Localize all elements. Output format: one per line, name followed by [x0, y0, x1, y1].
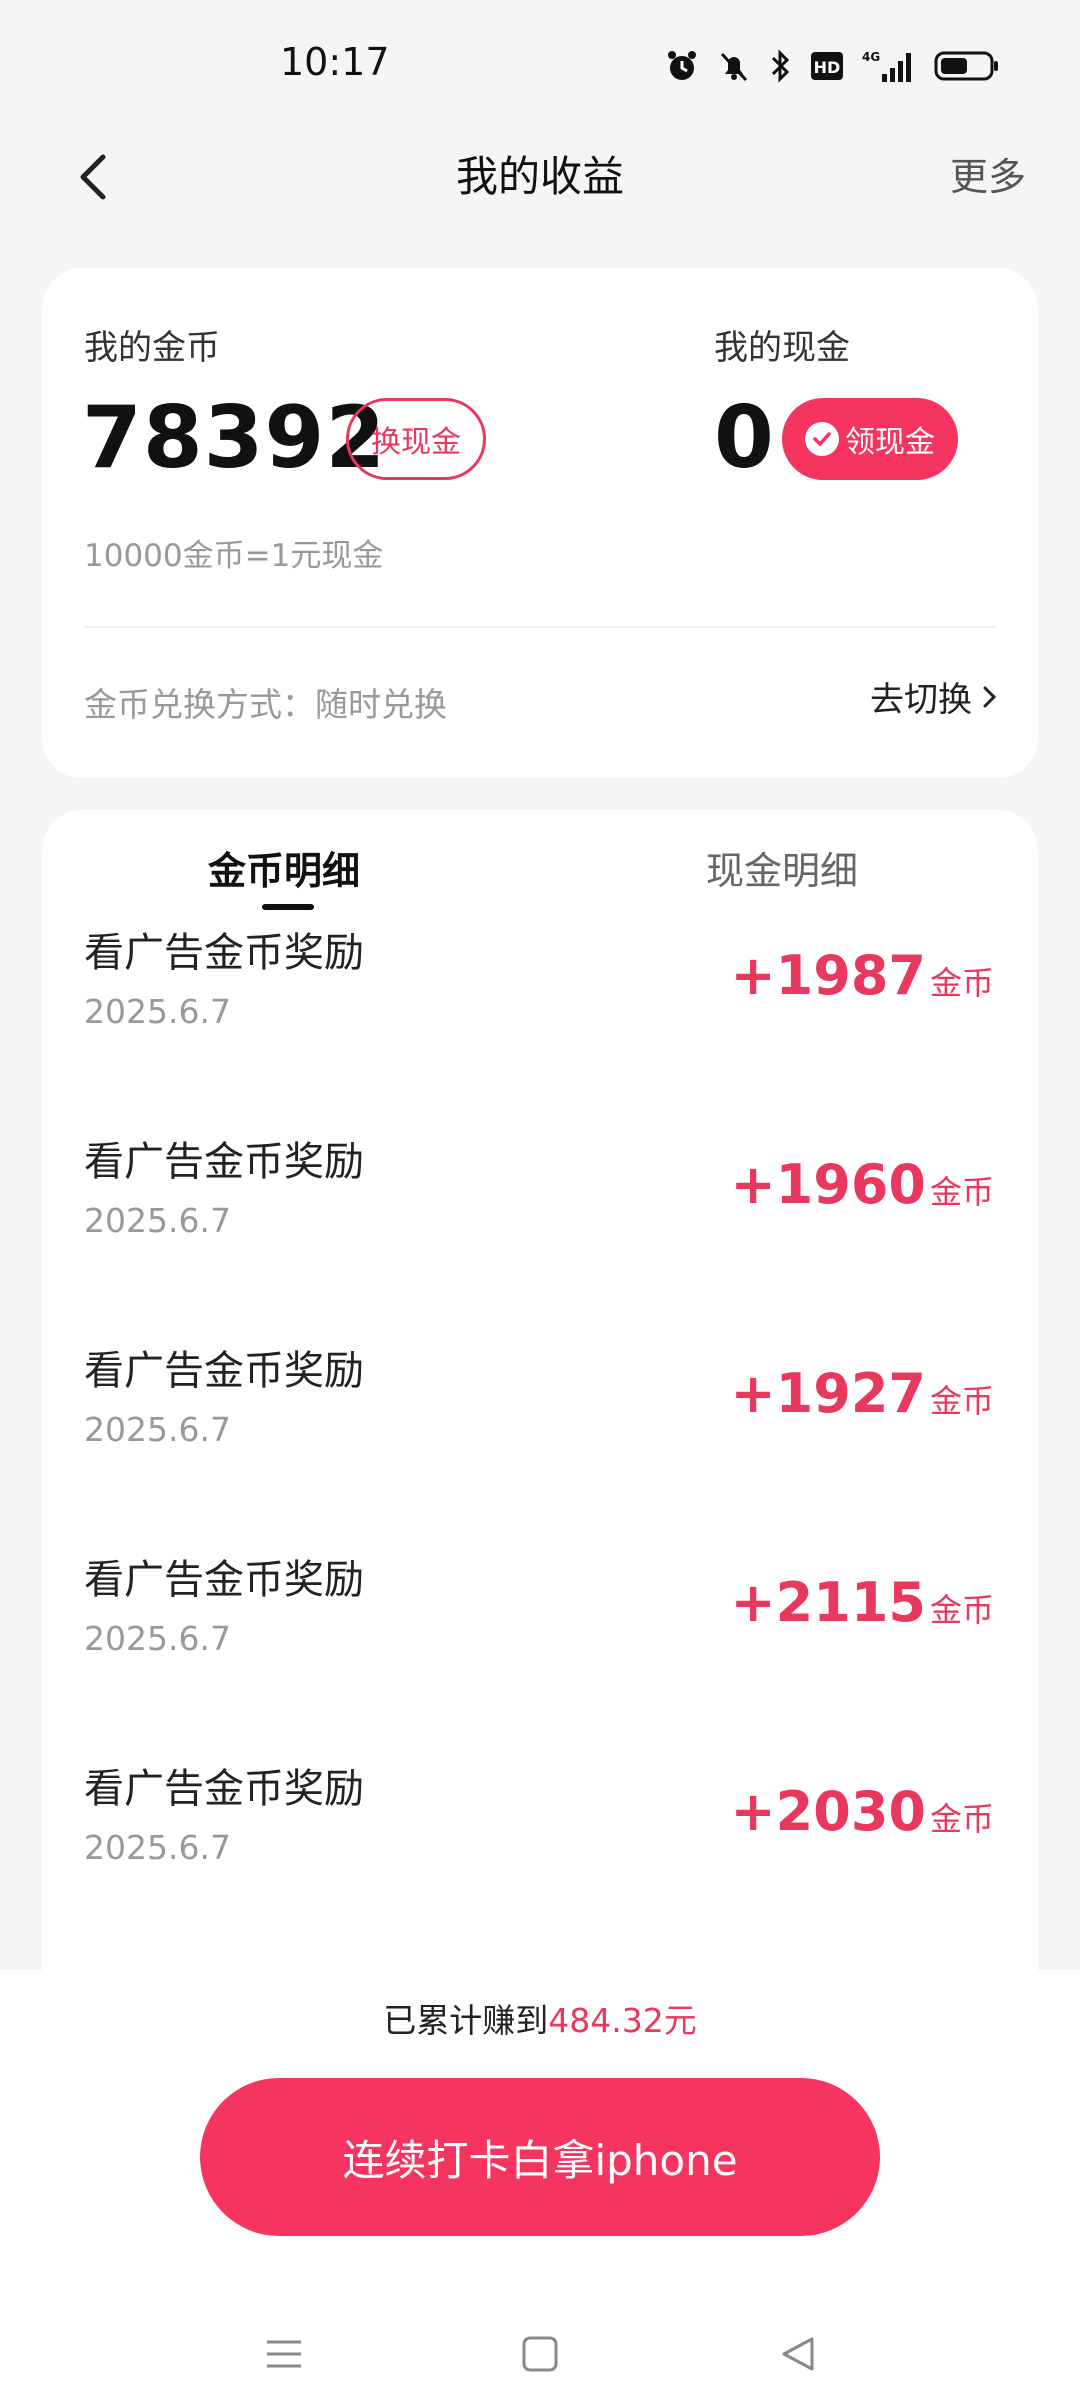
record-title: 看广告金币奖励 [84, 1766, 364, 1812]
bluetooth-icon [768, 44, 794, 88]
list-item: 看广告金币奖励 2025.6.7 +2115 金币 [42, 1547, 1038, 1756]
record-amount: +2030 金币 [730, 1780, 994, 1843]
more-button[interactable]: 更多 [950, 132, 1026, 222]
mute-bell-icon [716, 44, 752, 88]
cash-balance: 0 [714, 388, 774, 488]
cash-label: 我的现金 [714, 328, 850, 368]
record-list: 看广告金币奖励 2025.6.7 +1987 金币 看广告金币奖励 2025.6… [42, 920, 1038, 1965]
list-item: 看广告金币奖励 2025.6.7 +1987 金币 [42, 920, 1038, 1129]
home-nav-button[interactable] [510, 2324, 570, 2384]
record-date: 2025.6.7 [84, 992, 231, 1031]
amount-unit: 金币 [929, 964, 994, 1002]
record-amount: +1960 金币 [730, 1153, 994, 1216]
coin-balance: 78392 [82, 388, 387, 488]
checkin-button[interactable]: 连续打卡白拿iphone [200, 2078, 880, 2236]
menu-icon [267, 2340, 301, 2368]
divider [84, 626, 996, 628]
wallet-check-icon [805, 422, 839, 456]
tab-coin-details[interactable]: 金币明细 [208, 840, 360, 895]
amount-value: +2115 [730, 1571, 926, 1634]
page-title: 我的收益 [455, 152, 624, 201]
svg-text:HD: HD [814, 58, 841, 77]
switch-mode-label: 去切换 [870, 680, 972, 720]
system-navbar [0, 2300, 1080, 2400]
back-nav-button[interactable] [768, 2324, 828, 2384]
amount-value: +1960 [730, 1153, 926, 1216]
amount-value: +1987 [730, 944, 926, 1007]
amount-value: +1927 [730, 1362, 926, 1425]
claim-cash-button[interactable]: 领现金 [782, 398, 958, 480]
exchange-rate-text: 10000金币=1元现金 [84, 538, 384, 574]
list-item: 看广告金币奖励 2025.6.7 +2030 金币 [42, 1756, 1038, 1965]
cellular-signal-icon: 4G [860, 44, 918, 88]
exchange-cash-button[interactable]: 换现金 [346, 398, 486, 480]
amount-unit: 金币 [929, 1591, 994, 1629]
switch-mode-link[interactable]: 去切换 [870, 672, 998, 721]
record-title: 看广告金币奖励 [84, 1557, 364, 1603]
record-date: 2025.6.7 [84, 1828, 231, 1867]
header: 我的收益 更多 [0, 132, 1080, 262]
status-time: 10:17 [280, 40, 390, 84]
exchange-mode-text: 金币兑换方式：随时兑换 [84, 685, 447, 724]
record-amount: +1927 金币 [730, 1362, 994, 1425]
tab-cash-details[interactable]: 现金明细 [706, 840, 858, 895]
hd-icon: HD [810, 44, 844, 88]
alarm-icon [664, 44, 700, 88]
active-tab-indicator [262, 904, 314, 910]
record-title: 看广告金币奖励 [84, 1348, 364, 1394]
amount-value: +2030 [730, 1780, 926, 1843]
amount-unit: 金币 [929, 1173, 994, 1211]
battery-icon [934, 44, 1000, 88]
status-icons: HD 4G [664, 44, 1000, 88]
amount-unit: 金币 [929, 1800, 994, 1838]
home-square-icon [522, 2336, 558, 2372]
record-amount: +2115 金币 [730, 1571, 994, 1634]
record-date: 2025.6.7 [84, 1201, 231, 1240]
earned-prefix: 已累计赚到 [383, 2001, 549, 2040]
menu-nav-button[interactable] [254, 2324, 314, 2384]
chevron-right-icon [983, 686, 997, 707]
status-bar: 10:17 HD 4G [0, 0, 1080, 132]
record-title: 看广告金币奖励 [84, 1139, 364, 1185]
amount-unit: 金币 [929, 1382, 994, 1420]
earned-summary: 已累计赚到484.32元 [0, 1994, 1080, 2042]
claim-cash-label: 领现金 [845, 425, 935, 460]
list-item: 看广告金币奖励 2025.6.7 +1927 金币 [42, 1338, 1038, 1547]
earnings-page: 10:17 HD 4G 我的收益 更多 我的金币 78392 换现金 我的现金 … [0, 0, 1080, 2400]
record-date: 2025.6.7 [84, 1410, 231, 1449]
earned-amount: 484.32元 [548, 2001, 697, 2040]
wallet-card: 我的金币 78392 换现金 我的现金 0 领现金 10000金币=1元现金 金… [42, 268, 1038, 778]
coin-label: 我的金币 [84, 328, 220, 368]
record-amount: +1987 金币 [730, 944, 994, 1007]
network-label: 4G [862, 50, 880, 64]
record-date: 2025.6.7 [84, 1619, 231, 1658]
record-title: 看广告金币奖励 [84, 930, 364, 976]
list-item: 看广告金币奖励 2025.6.7 +1960 金币 [42, 1129, 1038, 1338]
back-triangle-icon [782, 2337, 814, 2371]
